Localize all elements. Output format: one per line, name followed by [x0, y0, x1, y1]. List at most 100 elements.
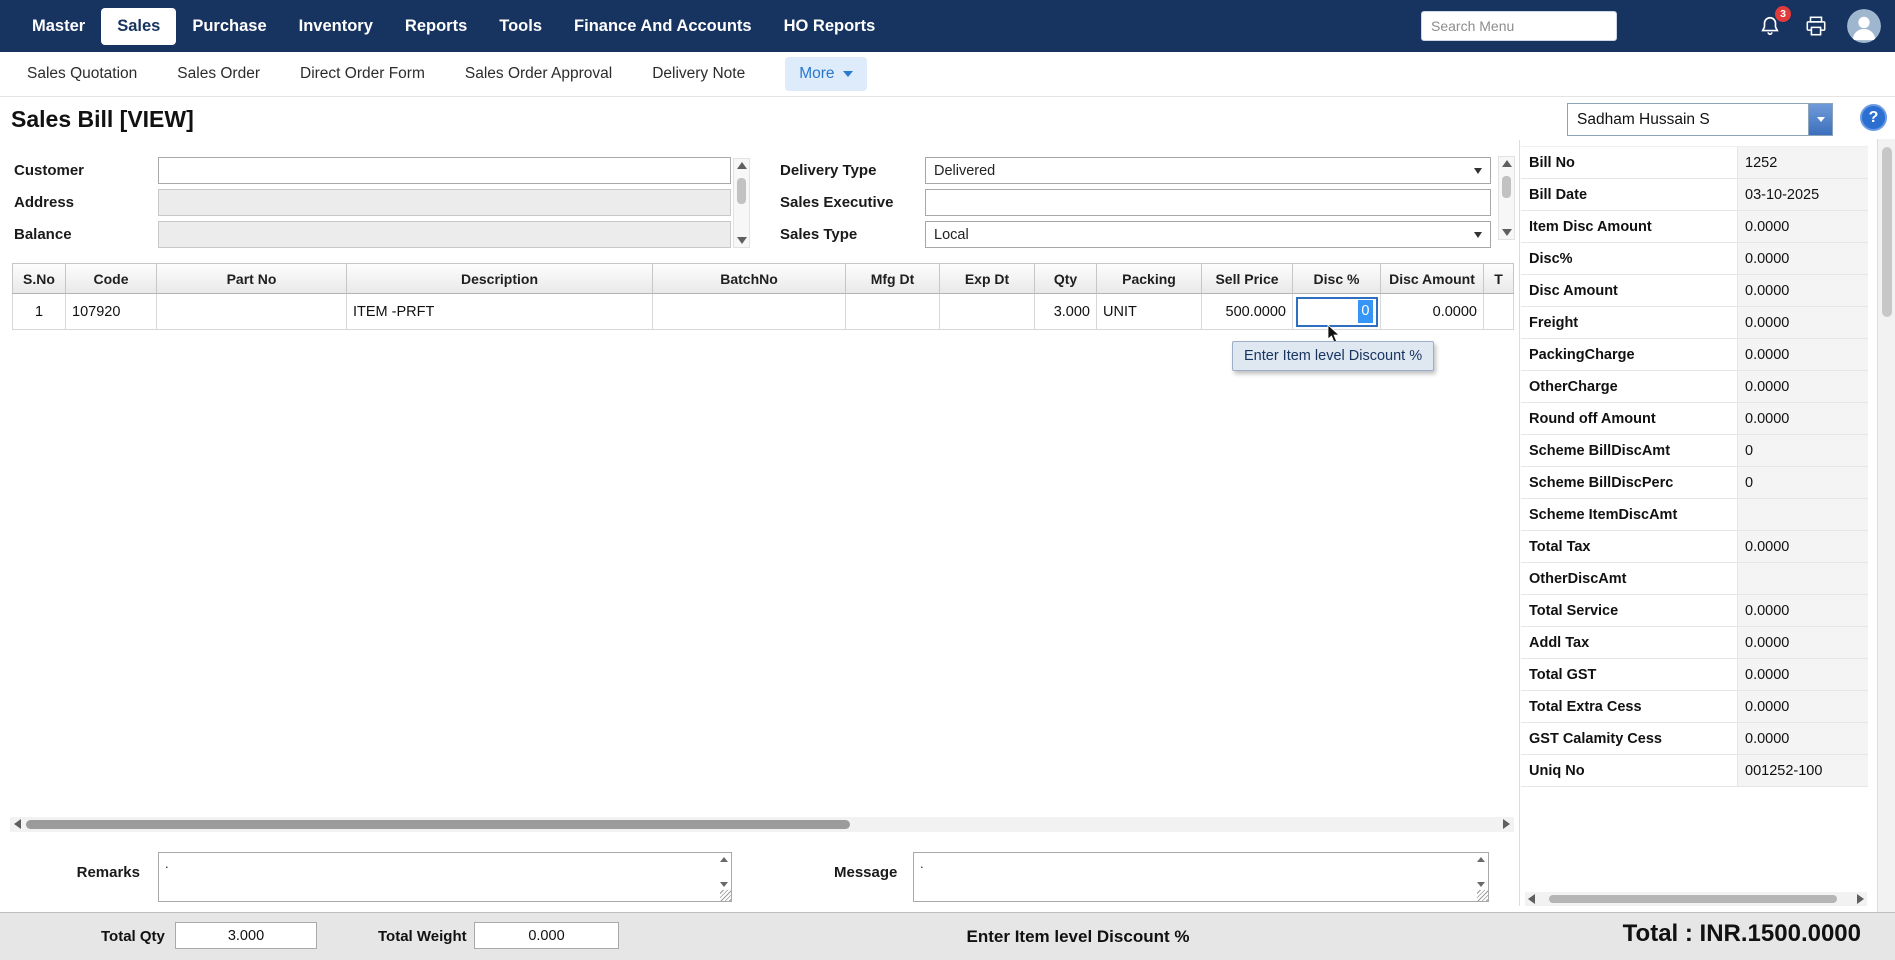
header-qty[interactable]: Qty [1035, 263, 1097, 294]
sales-type-select[interactable]: Local [925, 221, 1491, 248]
cell-exp-dt[interactable] [940, 294, 1035, 330]
message-label: Message [834, 864, 898, 881]
nav-item-finance-and-accounts[interactable]: Finance And Accounts [558, 8, 768, 45]
resize-grip-icon[interactable] [1477, 890, 1488, 901]
nav-item-master[interactable]: Master [16, 8, 101, 45]
scroll-left-icon[interactable] [1528, 894, 1535, 904]
nav-item-reports[interactable]: Reports [389, 8, 483, 45]
scroll-up-icon[interactable] [737, 162, 747, 169]
cell-batch-no[interactable] [653, 294, 846, 330]
scrollbar-thumb[interactable] [1502, 176, 1511, 198]
subnav-item-sales-quotation[interactable]: Sales Quotation [27, 65, 137, 83]
notifications-button[interactable]: 3 [1757, 6, 1791, 39]
subnav-item-sales-order-approval[interactable]: Sales Order Approval [465, 65, 612, 83]
user-select-dropdown-button[interactable] [1808, 104, 1832, 135]
scroll-up-icon[interactable] [720, 857, 728, 862]
summary-horizontal-scrollbar[interactable] [1525, 892, 1867, 906]
cell-packing[interactable]: UNIT [1097, 294, 1202, 330]
total-qty-input[interactable] [175, 922, 317, 949]
customer-input[interactable] [158, 157, 731, 184]
delivery-type-select[interactable]: Delivered [925, 157, 1491, 184]
scroll-down-icon[interactable] [737, 237, 747, 244]
summary-value [1737, 563, 1868, 594]
disc-pct-selected-text: 0 [1358, 300, 1373, 323]
nav-item-ho-reports[interactable]: HO Reports [768, 8, 892, 45]
subnav-more-menu[interactable]: More [785, 57, 867, 91]
header-exp-dt[interactable]: Exp Dt [940, 263, 1035, 294]
cell-sell-price[interactable]: 500.0000 [1202, 294, 1293, 330]
total-weight-label: Total Weight [378, 928, 467, 945]
resize-grip-icon[interactable] [720, 890, 731, 901]
sales-executive-input[interactable] [925, 189, 1491, 216]
nav-item-sales[interactable]: Sales [101, 7, 177, 45]
header-part-no[interactable]: Part No [157, 263, 347, 294]
print-button[interactable] [1803, 13, 1829, 39]
summary-row: Total Tax 0.0000 [1521, 531, 1868, 563]
scroll-right-icon[interactable] [1857, 894, 1864, 904]
subnav-item-delivery-note[interactable]: Delivery Note [652, 65, 745, 83]
message-textarea[interactable]: . [913, 852, 1489, 902]
scroll-down-icon[interactable] [1502, 229, 1512, 236]
scrollbar-thumb[interactable] [26, 820, 850, 829]
item-grid-header: S.No Code Part No Description BatchNo Mf… [12, 263, 1514, 294]
total-weight-input[interactable] [474, 922, 619, 949]
disc-pct-input[interactable]: 0 [1295, 296, 1378, 327]
help-button[interactable]: ? [1860, 104, 1887, 131]
cell-part-no[interactable] [157, 294, 347, 330]
cell-mfg-dt[interactable] [846, 294, 940, 330]
cell-code[interactable]: 107920 [66, 294, 157, 330]
header-disc-pct[interactable]: Disc % [1293, 263, 1381, 294]
sales-sub-navigation: Sales Quotation Sales Order Direct Order… [0, 52, 1895, 97]
cell-sno[interactable]: 1 [12, 294, 66, 330]
subnav-item-direct-order-form[interactable]: Direct Order Form [300, 65, 425, 83]
subnav-item-sales-order[interactable]: Sales Order [177, 65, 260, 83]
scroll-left-icon[interactable] [14, 819, 21, 829]
header-disc-amount[interactable]: Disc Amount [1381, 263, 1484, 294]
summary-value: 1252 [1737, 147, 1868, 178]
scrollbar-thumb[interactable] [1549, 895, 1837, 903]
summary-row: Scheme BillDiscAmt 0 [1521, 435, 1868, 467]
header-packing[interactable]: Packing [1097, 263, 1202, 294]
scroll-down-icon[interactable] [720, 882, 728, 887]
scroll-up-icon[interactable] [1477, 857, 1485, 862]
search-input[interactable] [1421, 11, 1617, 41]
chevron-down-icon [1474, 168, 1482, 174]
nav-item-inventory[interactable]: Inventory [283, 8, 389, 45]
summary-value: 0 [1737, 467, 1868, 498]
header-sell-price[interactable]: Sell Price [1202, 263, 1293, 294]
cell-tax-cut[interactable] [1484, 294, 1514, 330]
scroll-down-icon[interactable] [1477, 882, 1485, 887]
grid-horizontal-scrollbar[interactable] [10, 817, 1514, 832]
header-description[interactable]: Description [347, 263, 653, 294]
sales-type-value: Local [934, 226, 969, 243]
nav-item-purchase[interactable]: Purchase [176, 8, 282, 45]
scroll-right-icon[interactable] [1503, 819, 1510, 829]
scroll-up-icon[interactable] [1502, 160, 1512, 167]
scrollbar-thumb[interactable] [1882, 147, 1892, 317]
customer-panel-scrollbar[interactable] [733, 158, 750, 248]
remarks-textarea[interactable]: . [158, 852, 732, 902]
summary-label: Bill No [1529, 154, 1575, 171]
summary-label: Total GST [1529, 666, 1597, 683]
summary-value: 0 [1737, 435, 1868, 466]
cell-description[interactable]: ITEM -PRFT [347, 294, 653, 330]
subnav-more-label: More [799, 65, 835, 82]
header-tax-cut[interactable]: T [1484, 263, 1514, 294]
header-code[interactable]: Code [66, 263, 157, 294]
summary-row: Total GST 0.0000 [1521, 659, 1868, 691]
cell-disc-amount[interactable]: 0.0000 [1381, 294, 1484, 330]
header-form-scrollbar[interactable] [1498, 156, 1515, 240]
header-batch-no[interactable]: BatchNo [653, 263, 846, 294]
user-avatar[interactable] [1847, 9, 1881, 43]
header-sno[interactable]: S.No [12, 263, 66, 294]
cell-qty[interactable]: 3.000 [1035, 294, 1097, 330]
summary-row: Total Service 0.0000 [1521, 595, 1868, 627]
scrollbar-thumb[interactable] [737, 178, 746, 204]
user-select[interactable]: Sadham Hussain S [1567, 103, 1833, 136]
page-vertical-scrollbar[interactable] [1877, 139, 1895, 912]
summary-label: OtherDiscAmt [1529, 570, 1627, 587]
summary-value: 0.0000 [1737, 627, 1868, 658]
nav-item-tools[interactable]: Tools [483, 8, 558, 45]
summary-row: PackingCharge 0.0000 [1521, 339, 1868, 371]
header-mfg-dt[interactable]: Mfg Dt [846, 263, 940, 294]
